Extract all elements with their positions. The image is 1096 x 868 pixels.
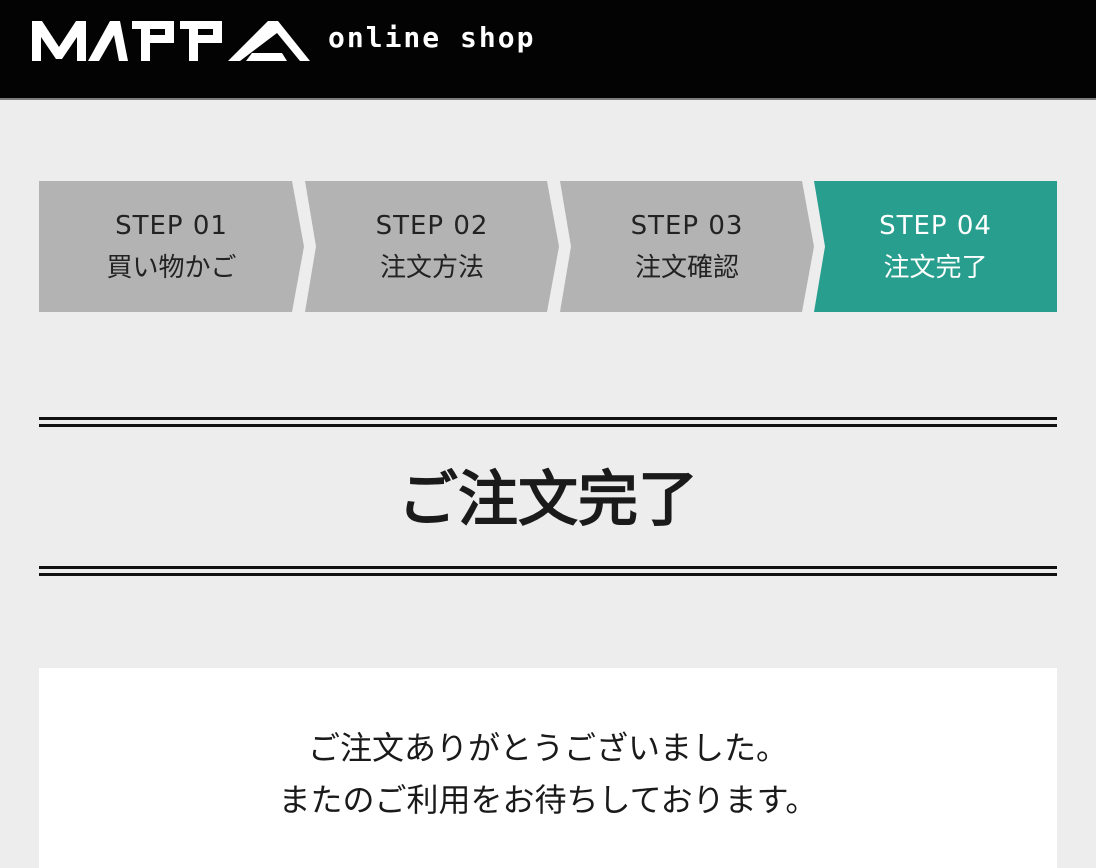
site-header: online shop xyxy=(0,0,1096,100)
mappa-logo-icon xyxy=(32,21,310,61)
step-01: STEP 01 買い物かご xyxy=(39,181,304,312)
logo-subtitle: online shop xyxy=(328,20,536,54)
step-03-number: STEP 03 xyxy=(630,210,744,241)
step-01-number: STEP 01 xyxy=(115,210,228,241)
step-03-label: 注文確認 xyxy=(634,252,739,283)
step-03: STEP 03 注文確認 xyxy=(560,181,814,312)
step-02-label: 注文方法 xyxy=(379,252,484,283)
title-top-rule xyxy=(39,417,1057,427)
step-02: STEP 02 注文方法 xyxy=(305,181,559,312)
site-logo[interactable]: online shop xyxy=(32,16,535,62)
step-01-label: 買い物かご xyxy=(106,252,237,283)
checkout-steps: STEP 01 買い物かご STEP 02 注文方法 STEP 03 注文確認 … xyxy=(39,181,1057,312)
step-02-number: STEP 02 xyxy=(375,210,489,241)
message-line-2: またのご利用をお待ちしております。 xyxy=(278,781,818,819)
thank-you-message: ご注文ありがとうございました。 またのご利用をお待ちしております。 xyxy=(0,722,1096,826)
message-line-1: ご注文ありがとうございました。 xyxy=(307,729,788,767)
step-04-label: 注文完了 xyxy=(883,252,988,283)
step-04: STEP 04 注文完了 xyxy=(814,181,1057,312)
page-title: ご注文完了 xyxy=(398,465,698,535)
step-04-number: STEP 04 xyxy=(879,210,992,241)
title-bottom-rule xyxy=(39,566,1057,576)
